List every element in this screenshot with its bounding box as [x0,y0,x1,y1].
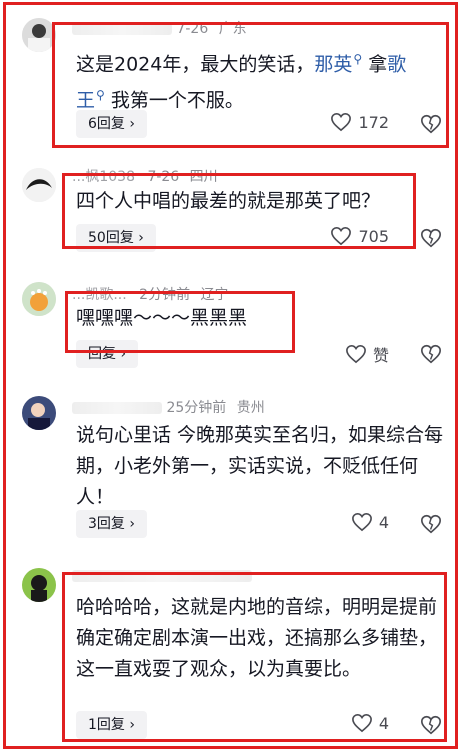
comment-time: 2分钟前 [139,287,191,303]
reply-button[interactable]: 回复 › [76,340,139,368]
like-button[interactable]: 172 [330,112,389,132]
comment-location: 四川 [189,169,218,185]
keyword-link[interactable]: 王 [76,90,95,112]
comment-username[interactable]: ...枫1038 [72,169,135,185]
like-count: 4 [378,713,389,733]
chevron-right-icon: › [129,717,135,733]
like-label: 赞 [372,346,389,365]
chevron-right-icon: › [138,230,144,246]
avatar[interactable] [22,282,56,316]
avatar[interactable] [22,396,56,430]
heart-outline-icon [351,512,372,532]
like-count: 172 [358,112,389,132]
like-button[interactable]: 4 [351,512,389,532]
broken-heart-icon[interactable] [420,513,442,535]
like-button[interactable]: 4 [351,713,389,733]
keyword-link[interactable]: 歌 [387,53,406,75]
comment-text: 四个人中唱的最差的就是那英了吧？ [76,190,381,212]
like-count: 705 [358,226,389,246]
heart-outline-icon [346,344,366,364]
avatar[interactable] [22,568,56,602]
avatar[interactable] [22,18,56,52]
broken-heart-icon[interactable] [420,714,442,736]
comment-time: 7-26 [176,21,209,37]
comment-text: 说句心里话 今晚那英实至名归，如果综合每期，小老外第一，实话实说，不贬低任何人！ [76,424,444,508]
avatar[interactable] [22,168,56,202]
comment-time: 7-26 [147,169,180,185]
comment-meta: ...凯歌... 2分钟前 辽宁 [72,284,229,304]
comment-text: 嘿嘿嘿～～～黑黑黑 [76,307,248,329]
keyword-link[interactable]: 那英 [314,53,352,75]
like-count: 4 [378,512,389,532]
broken-heart-icon[interactable] [420,343,442,365]
comment-meta: 7-26 广东 [72,18,247,38]
chevron-right-icon: › [129,116,135,132]
comment-location: 贵州 [236,400,265,416]
heart-outline-icon [331,226,352,246]
search-icon[interactable]: ⚲ [353,52,362,66]
comment-text: 这是2024年，最大的笑话，那英⚲ 拿歌 王⚲ 我第一个不服。 [76,52,407,112]
broken-heart-icon[interactable] [420,227,442,249]
chevron-right-icon: › [120,346,127,362]
like-button[interactable]: 705 [330,226,389,246]
comment-location: 广东 [218,21,247,37]
view-replies-button[interactable]: 50回复 › [76,224,156,252]
view-replies-button[interactable]: 6回复 › [76,110,147,138]
view-replies-button[interactable]: 1回复 › [76,711,147,739]
comment-username[interactable]: ...凯歌... [72,287,127,303]
broken-heart-icon[interactable] [420,113,442,135]
comment-text: 哈哈哈哈，这就是内地的音综，明明是提前确定确定剧本演一出戏，还搞那么多铺垫， 这… [76,596,438,680]
heart-outline-icon [351,713,372,733]
comment-meta: 25分钟前 贵州 [72,397,265,417]
view-replies-button[interactable]: 3回复 › [76,510,147,538]
search-icon[interactable]: ⚲ [96,88,105,102]
like-button[interactable]: 赞 [345,342,389,366]
comment-meta: ...枫1038 7-26 四川 [72,166,218,186]
comment-time: 25分钟前 [166,400,227,416]
chevron-right-icon: › [129,516,135,532]
comment-location: 辽宁 [200,287,229,303]
heart-outline-icon [331,112,352,132]
comment-meta [72,568,252,584]
